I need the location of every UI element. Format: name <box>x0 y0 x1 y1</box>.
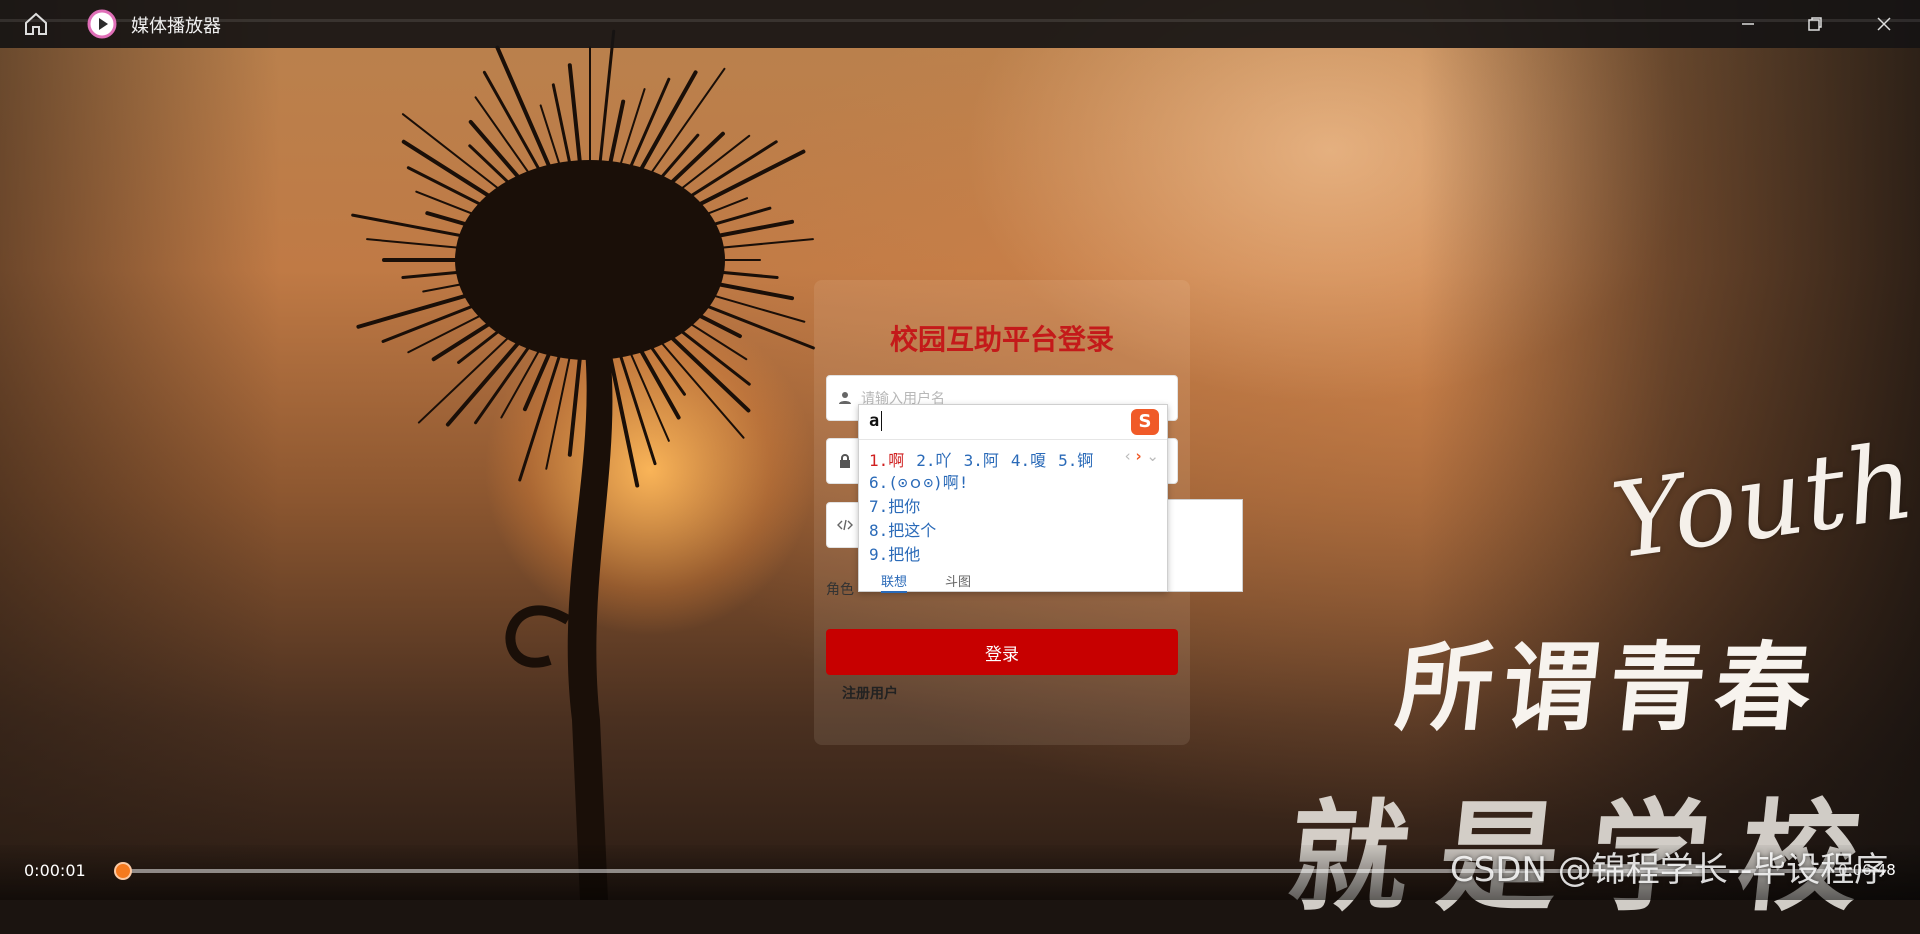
ime-separator <box>859 439 1167 440</box>
ime-candidate-row: 1.啊 2.吖 3.阿 4.嗄 5.锕 <box>869 447 1105 471</box>
ime-caret <box>881 411 882 431</box>
login-title: 校园互助平台登录 <box>889 323 1114 356</box>
ime-candidate[interactable]: 3.阿 <box>964 451 999 470</box>
close-icon <box>1877 17 1891 31</box>
ime-composition: a <box>869 411 880 431</box>
ime-candidate[interactable]: 2.吖 <box>916 451 951 470</box>
home-icon[interactable] <box>22 10 50 38</box>
ime-tab-lianxiang[interactable]: 联想 <box>881 571 908 593</box>
sogou-logo-icon[interactable]: S <box>1131 409 1159 435</box>
current-time: 0:00:01 <box>24 861 86 880</box>
seek-thumb[interactable] <box>114 862 133 880</box>
ime-pager: ‹ › ⌄ <box>1125 447 1159 465</box>
login-button[interactable]: 登录 <box>826 629 1178 675</box>
code-icon <box>837 519 853 531</box>
minimize-icon <box>1742 23 1754 25</box>
chevron-down-icon[interactable]: ⌄ <box>1146 447 1159 465</box>
user-icon <box>839 392 851 404</box>
ime-tabs: 联想 斗图 <box>859 569 1167 593</box>
close-button[interactable] <box>1862 8 1906 40</box>
chevron-right-icon[interactable]: › <box>1135 447 1141 465</box>
watermark: CSDN @锦程学长--毕设程序 <box>1450 850 1889 890</box>
ime-candidate[interactable]: 4.嗄 <box>1011 451 1046 470</box>
minimize-button[interactable] <box>1726 8 1770 40</box>
title-bar-line <box>0 19 1920 22</box>
restore-button[interactable] <box>1793 8 1837 40</box>
ime-candidate[interactable]: 6.(⊙ｏ⊙)啊! <box>869 469 968 493</box>
title-bar: 媒体播放器 <box>0 0 1920 48</box>
role-label: 角色 <box>826 582 854 598</box>
register-link[interactable]: 注册用户 <box>842 683 898 703</box>
slogan-line-1: 所谓青春 <box>1391 631 1828 744</box>
left-vignette <box>0 0 280 900</box>
ime-candidate[interactable]: 9.把他 <box>869 541 920 565</box>
ime-candidate-window: a S 1.啊 2.吖 3.阿 4.嗄 5.锕 ‹ › ⌄ 6.(⊙ｏ⊙)啊! 7.把你… <box>858 404 1168 593</box>
ime-tab-doutu[interactable]: 斗图 <box>945 571 971 590</box>
ime-candidate[interactable]: 7.把你 <box>869 493 920 517</box>
chevron-left-icon[interactable]: ‹ <box>1125 447 1131 465</box>
window-title: 媒体播放器 <box>131 16 221 37</box>
ime-extension-panel <box>1166 499 1243 592</box>
ime-candidate[interactable]: 5.锕 <box>1058 451 1093 470</box>
play-circle-icon <box>87 9 117 39</box>
restore-icon <box>1808 17 1822 31</box>
ime-candidate[interactable]: 1.啊 <box>869 451 904 470</box>
ime-candidate[interactable]: 8.把这个 <box>869 517 936 541</box>
lock-icon <box>840 454 850 468</box>
